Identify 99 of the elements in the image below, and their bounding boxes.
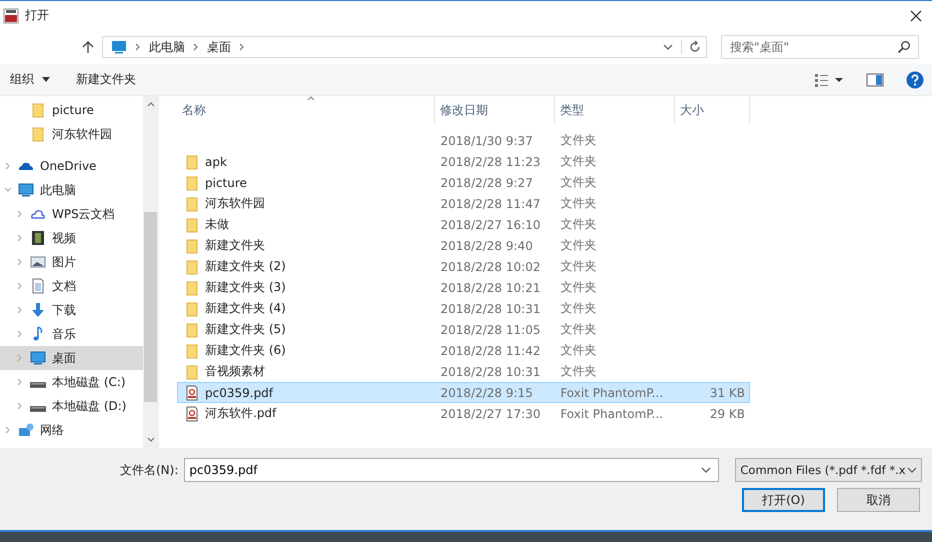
folder-icon <box>30 126 46 142</box>
chevron-right-icon[interactable] <box>16 258 24 266</box>
down-arrow-icon <box>30 302 46 318</box>
pdf-file-icon <box>184 406 200 422</box>
file-row[interactable]: picture 2018/2/28 9:27 文件夹 <box>177 172 750 193</box>
file-row[interactable]: 音视频素材 2018/2/28 10:31 文件夹 <box>177 361 750 382</box>
chevron-right-icon <box>135 43 141 51</box>
column-header[interactable]: 名称 <box>177 96 435 124</box>
file-row[interactable]: pc0359.pdf 2018/2/28 9:15 Foxit PhantomP... 31 KB <box>177 382 750 403</box>
new-folder-button[interactable]: 新建文件夹 <box>74 69 138 90</box>
tree-item[interactable]: 文档 <box>0 274 143 298</box>
chevron-right-icon[interactable] <box>16 330 24 338</box>
file-row[interactable]: 河东软件园 2018/2/28 11:47 文件夹 <box>177 193 750 214</box>
organize-menu-button[interactable]: 组织 <box>8 69 52 90</box>
breadcrumb-item[interactable]: 桌面 <box>207 38 231 56</box>
help-icon[interactable] <box>906 70 924 88</box>
search-icon[interactable] <box>897 40 911 54</box>
address-bar[interactable]: 此电脑 桌面 <box>102 36 707 58</box>
pdf-file-icon <box>184 384 200 400</box>
tree-item[interactable]: picture <box>0 98 143 122</box>
filename-label: 文件名(N): <box>120 462 178 478</box>
tree-item[interactable]: 下载 <box>0 298 143 322</box>
tree-item[interactable]: 本地磁盘 (C:) <box>0 370 143 394</box>
folder-icon <box>184 238 200 254</box>
chevron-right-icon[interactable] <box>16 282 24 290</box>
tree-item[interactable]: WPS云文档 <box>0 202 143 226</box>
pdf-app-icon <box>3 8 19 24</box>
file-row[interactable]: apk 2018/2/28 11:23 文件夹 <box>177 151 750 172</box>
tree-item[interactable]: 视频 <box>0 226 143 250</box>
tree-item[interactable]: 音乐 <box>0 322 143 346</box>
refresh-icon[interactable] <box>681 40 702 54</box>
scrollbar[interactable] <box>143 96 158 448</box>
tree-item[interactable]: 河东软件园 <box>0 122 143 146</box>
tree-item[interactable]: 图片 <box>0 250 143 274</box>
file-row[interactable]: 新建文件夹 (4) 2018/2/28 10:31 文件夹 <box>177 298 750 319</box>
file-row[interactable]: 新建文件夹 (2) 2018/2/28 10:02 文件夹 <box>177 256 750 277</box>
file-row[interactable]: 河东软件.pdf 2018/2/27 17:30 Foxit PhantomP... 29 KB <box>177 403 750 424</box>
tree-item[interactable]: 此电脑 <box>0 178 143 202</box>
chevron-right-icon[interactable] <box>4 162 12 170</box>
breadcrumb-item[interactable]: 此电脑 <box>149 38 185 56</box>
tree-item[interactable]: 本地磁盘 (D:) <box>0 394 143 418</box>
folder-icon <box>184 258 200 274</box>
dropdown-icon[interactable] <box>701 467 712 473</box>
up-arrow-icon[interactable] <box>82 40 94 54</box>
monitor-icon <box>111 39 127 55</box>
cancel-button[interactable]: 取消 <box>837 488 920 512</box>
chevron-right-icon[interactable] <box>16 378 24 386</box>
chevron-right-icon[interactable] <box>16 402 24 410</box>
chevron-right-icon[interactable] <box>16 234 24 242</box>
tree-item[interactable]: OneDrive <box>0 154 143 178</box>
file-row[interactable]: 2018/1/30 9:37 文件夹 <box>177 130 750 151</box>
window-title: 打开 <box>25 7 49 24</box>
dropdown-icon <box>907 467 918 473</box>
file-type-dropdown[interactable]: Common Files (*.pdf *.fdf *.x <box>735 458 922 482</box>
file-row[interactable]: 新建文件夹 (5) 2018/2/28 11:05 文件夹 <box>177 319 750 340</box>
chevron-right-icon[interactable] <box>16 306 24 314</box>
folder-icon <box>184 342 200 358</box>
column-header[interactable]: 大小 <box>675 96 750 124</box>
folder-icon <box>30 102 46 118</box>
search-field[interactable]: 搜索"桌面" <box>721 35 919 59</box>
folder-icon <box>184 216 200 232</box>
tree-item[interactable]: 桌面 <box>0 346 143 370</box>
monitor-icon <box>30 350 46 366</box>
drive-icon <box>30 382 46 388</box>
chevron-down-icon[interactable] <box>4 186 12 194</box>
monitor-icon <box>18 182 34 198</box>
chevron-right-icon[interactable] <box>16 210 24 218</box>
drive-icon <box>30 406 46 412</box>
dropdown-icon[interactable] <box>663 44 673 50</box>
chevron-right-icon <box>239 43 245 51</box>
folder-icon <box>184 364 200 380</box>
caret-icon <box>42 77 50 82</box>
folder-icon <box>184 300 200 316</box>
open-button[interactable]: 打开(O) <box>742 488 825 512</box>
file-row[interactable]: 新建文件夹 (6) 2018/2/28 11:42 文件夹 <box>177 340 750 361</box>
folder-icon <box>184 174 200 190</box>
close-icon[interactable] <box>910 10 922 22</box>
file-row[interactable]: 新建文件夹 2018/2/28 9:40 文件夹 <box>177 235 750 256</box>
chevron-right-icon[interactable] <box>4 426 12 434</box>
column-header[interactable]: 类型 <box>555 96 675 124</box>
document-icon <box>30 278 46 294</box>
preview-pane-icon[interactable] <box>866 72 884 86</box>
network-icon <box>18 422 34 438</box>
file-row[interactable]: 新建文件夹 (3) 2018/2/28 10:21 文件夹 <box>177 277 750 298</box>
chevron-right-icon <box>193 43 199 51</box>
file-row[interactable]: 未做 2018/2/27 16:10 文件夹 <box>177 214 750 235</box>
view-options-icon[interactable] <box>814 72 844 86</box>
folder-icon <box>184 196 200 212</box>
scroll-down-icon[interactable] <box>146 437 154 442</box>
chevron-right-icon[interactable] <box>16 354 24 362</box>
tree-item[interactable]: 网络 <box>0 418 143 442</box>
column-header[interactable]: 修改日期 <box>435 96 555 124</box>
filename-field[interactable]: pc0359.pdf <box>184 458 720 482</box>
picture-icon <box>30 254 46 270</box>
film-icon <box>30 230 46 246</box>
folder-icon <box>184 322 200 338</box>
folder-icon <box>184 154 200 170</box>
folder-icon <box>184 280 200 296</box>
scroll-up-icon[interactable] <box>146 102 154 107</box>
